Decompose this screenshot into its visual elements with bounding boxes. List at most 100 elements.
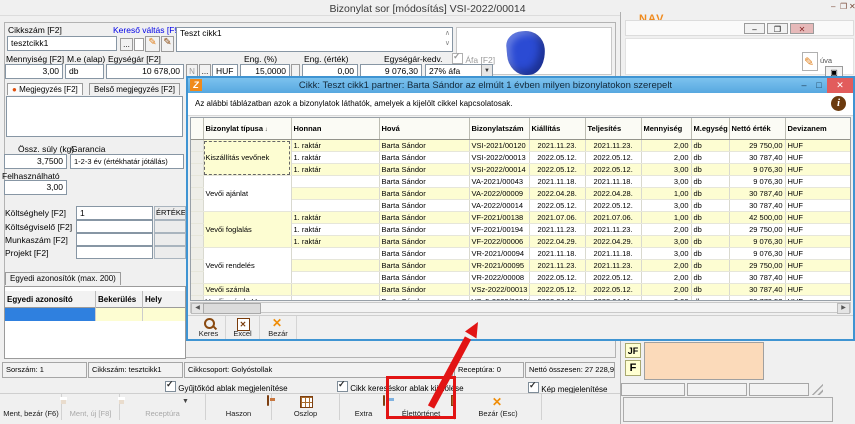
restore-icon[interactable]: ❐ xyxy=(840,2,848,11)
cell-teljesites[interactable]: 2022.05.12. xyxy=(585,164,641,176)
koltsegviselo-input[interactable] xyxy=(76,220,153,233)
cell-me[interactable]: db xyxy=(691,164,729,176)
cell-kiallitas[interactable]: 2021.11.23. xyxy=(529,224,585,236)
column-header-10[interactable]: Devizanem xyxy=(785,118,850,140)
cell-hova[interactable]: Barta Sándor xyxy=(379,200,469,212)
cell-szam[interactable]: VR-2021/00095 xyxy=(469,260,529,272)
group-cell[interactable]: Kiszállítás vevőnek xyxy=(203,140,291,176)
cikknev-textarea[interactable]: Teszt cikk1 ∧ ∨ xyxy=(176,27,453,52)
cell-mennyiseg[interactable]: 2,00 xyxy=(641,140,691,152)
row-selector[interactable] xyxy=(191,188,203,200)
dialog-close-icon[interactable]: ✕ xyxy=(827,78,853,93)
cell-szam[interactable]: VSI-2022/00014 xyxy=(469,164,529,176)
cell-me[interactable]: db xyxy=(691,236,729,248)
row-selector[interactable] xyxy=(191,248,203,260)
cell-kiallitas[interactable]: 2021.11.18. xyxy=(529,248,585,260)
row-selector[interactable] xyxy=(191,260,203,272)
cell-teljesites[interactable]: 2021.11.23. xyxy=(585,224,641,236)
cell-mennyiseg[interactable]: 2,00 xyxy=(641,284,691,296)
cell-deviza[interactable]: HUF xyxy=(785,164,850,176)
cell-deviza[interactable]: HUF xyxy=(785,224,850,236)
bg-minimize-icon[interactable]: – xyxy=(744,23,765,34)
tab-egyedi-azonositok[interactable]: Egyedi azonosítók (max. 200) xyxy=(5,272,121,285)
cell-me[interactable]: db xyxy=(691,140,729,152)
group-cell[interactable]: Vevői számla xyxy=(203,284,291,296)
cell-szam[interactable]: VA-2022/00009 xyxy=(469,188,529,200)
cell-hova[interactable]: Barta Sándor xyxy=(379,164,469,176)
bg-close-icon[interactable]: ✕ xyxy=(790,23,814,34)
cell-mennyiseg[interactable]: 2,00 xyxy=(641,224,691,236)
bezar-button[interactable]: ✕ Bezár xyxy=(260,316,297,339)
column-header-1[interactable]: Bizonylat típusa ↓ xyxy=(203,118,291,140)
column-header-4[interactable]: Bizonylatszám xyxy=(469,118,529,140)
projekt-input[interactable] xyxy=(76,246,153,259)
table-row[interactable]: Kiszállítás vevőnek1. raktárBarta Sándor… xyxy=(191,140,850,152)
cell-me[interactable]: db xyxy=(691,212,729,224)
cell-teljesites[interactable]: 2022.05.12. xyxy=(585,152,641,164)
minimize-icon[interactable]: – xyxy=(831,2,839,11)
cell-deviza[interactable]: HUF xyxy=(785,260,850,272)
cell-kiallitas[interactable]: 2021.11.18. xyxy=(529,176,585,188)
cell-netto[interactable]: 30 787,40 xyxy=(729,284,785,296)
cell-hova[interactable]: Barta Sándor xyxy=(379,248,469,260)
cell-szam[interactable]: VSz-2022/00013 xyxy=(469,284,529,296)
cell-teljesites[interactable]: 2021.11.23. xyxy=(585,260,641,272)
cell-deviza[interactable]: HUF xyxy=(785,296,850,302)
cell-honnan[interactable] xyxy=(291,188,379,200)
column-header-6[interactable]: Teljesítés xyxy=(585,118,641,140)
cell-szam[interactable]: VSz5-2022/00001 xyxy=(469,296,529,302)
cell-hova[interactable]: Barta Sándor xyxy=(379,260,469,272)
row-selector[interactable] xyxy=(191,212,203,224)
egysegar-input[interactable]: 10 678,00 xyxy=(106,64,184,79)
pencil-icon[interactable]: ✎ xyxy=(161,36,174,52)
cell-honnan[interactable] xyxy=(291,248,379,260)
cell-szam[interactable]: VF-2022/00006 xyxy=(469,236,529,248)
cell-kiallitas[interactable]: 2022.05.12. xyxy=(529,200,585,212)
cell-teljesites[interactable]: 2021.11.18. xyxy=(585,248,641,260)
cell-deviza[interactable]: HUF xyxy=(785,248,850,260)
tab-belso-megjegyzes[interactable]: Belső megjegyzés [F2] xyxy=(89,83,180,95)
cell-me[interactable]: db xyxy=(691,176,729,188)
egyedi-selected-row[interactable] xyxy=(5,308,185,321)
cell-honnan[interactable] xyxy=(291,260,379,272)
cell-teljesites[interactable]: 2021.11.23. xyxy=(585,140,641,152)
cell-mennyiseg[interactable]: 2,00 xyxy=(641,272,691,284)
cell-hova[interactable]: Barta Sándor xyxy=(379,176,469,188)
haszon-button[interactable]: Haszon xyxy=(206,394,272,420)
cell-honnan[interactable] xyxy=(291,200,379,212)
dialog-maximize-icon[interactable]: □ xyxy=(812,78,826,93)
info-icon[interactable]: i xyxy=(831,96,846,111)
cell-me[interactable]: db xyxy=(691,296,729,302)
cell-teljesites[interactable]: 2022.05.12. xyxy=(585,284,641,296)
tab-megjegyzes[interactable]: ● Megjegyzés [F2] xyxy=(7,83,83,95)
cell-me[interactable]: db xyxy=(691,260,729,272)
gyujtokod-checkbox-box[interactable] xyxy=(165,381,176,392)
cikkszam-input[interactable]: tesztcikk1 xyxy=(7,36,117,51)
row-selector[interactable] xyxy=(191,176,203,188)
cell-mennyiseg[interactable]: 3,00 xyxy=(641,164,691,176)
koltseghely-input[interactable]: 1 xyxy=(76,206,153,220)
cell-me[interactable]: db xyxy=(691,152,729,164)
cell-kiallitas[interactable]: 2021.11.23. xyxy=(529,260,585,272)
excel-button[interactable]: ✕ Excel xyxy=(226,316,260,339)
ment-uj-button[interactable]: Ment, új [F8] xyxy=(62,394,120,420)
cell-honnan[interactable]: 1. raktár xyxy=(291,212,379,224)
cell-me[interactable]: db xyxy=(691,224,729,236)
cell-deviza[interactable]: HUF xyxy=(785,272,850,284)
dialog-minimize-icon[interactable]: – xyxy=(797,78,811,93)
bezar-esc-button[interactable]: ✕ Bezár (Esc) xyxy=(455,394,542,420)
cell-netto[interactable]: 30 787,40 xyxy=(729,272,785,284)
row-selector[interactable] xyxy=(191,140,203,152)
kereso-valtas-link[interactable]: Kereső váltás [F9] xyxy=(113,25,182,35)
cell-deviza[interactable]: HUF xyxy=(785,188,850,200)
cell-szam[interactable]: VF-2021/00138 xyxy=(469,212,529,224)
row-selector[interactable] xyxy=(191,152,203,164)
row-selector[interactable] xyxy=(191,284,203,296)
table-row[interactable]: Vevői ajánlatBarta SándorVA-2021/0004320… xyxy=(191,176,850,188)
cell-deviza[interactable]: HUF xyxy=(785,200,850,212)
cell-netto[interactable]: 9 076,30 xyxy=(729,236,785,248)
cell-netto[interactable]: 9 076,30 xyxy=(729,176,785,188)
cell-hova[interactable]: Barta Sándor xyxy=(379,152,469,164)
egyedi-col-hely[interactable]: Hely xyxy=(145,295,162,304)
dialog-titlebar[interactable]: Z Cikk: Teszt cikk1 partner: Barta Sándo… xyxy=(188,78,853,93)
